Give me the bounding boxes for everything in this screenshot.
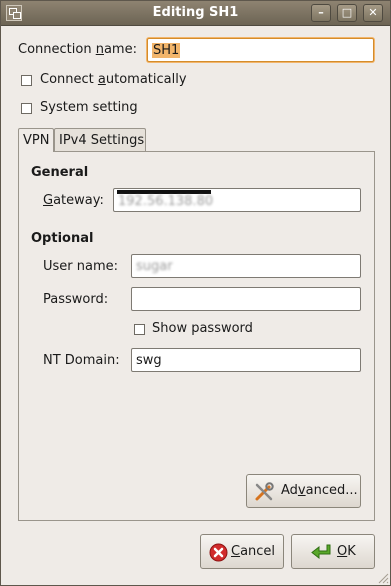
connect-automatically-checkbox[interactable]: [21, 75, 32, 86]
minimize-button[interactable]: –: [311, 4, 331, 22]
nt-domain-input[interactable]: swg: [131, 348, 361, 372]
cancel-button-label-mnemonic: C: [231, 544, 241, 559]
connection-name-label: Connection name:: [18, 42, 137, 57]
tab-ipv4-settings-label: IPv4 Settings: [59, 133, 145, 148]
nt-domain-label: NT Domain:: [43, 353, 120, 368]
cancel-button-label-part: ancel: [240, 544, 276, 559]
tools-icon: [255, 482, 274, 501]
advanced-button[interactable]: Advanced...: [246, 474, 361, 508]
optional-heading: Optional: [31, 231, 94, 246]
user-name-value: sugar: [136, 259, 173, 274]
cancel-icon: [209, 543, 228, 562]
system-setting-checkbox[interactable]: [21, 103, 32, 114]
user-name-label: User name:: [43, 259, 119, 274]
ok-button[interactable]: OK: [291, 534, 375, 569]
advanced-button-label-part: anced...: [305, 483, 358, 498]
connect-automatically-label-part: Connect: [40, 72, 98, 87]
show-password-label[interactable]: Show password: [152, 321, 253, 336]
ok-arrow-icon: [311, 544, 331, 560]
nt-domain-value: swg: [136, 353, 162, 368]
ok-button-label-part: K: [347, 544, 356, 559]
gateway-input[interactable]: 192.56.138.80: [113, 188, 361, 212]
connection-name-value: SH1: [152, 43, 181, 58]
tab-vpn[interactable]: VPN: [18, 128, 54, 152]
system-setting-label[interactable]: System setting: [40, 100, 138, 115]
gateway-label-mnemonic: G: [43, 193, 54, 208]
gateway-label-part: ateway:: [53, 193, 104, 208]
maximize-button[interactable]: □: [337, 4, 357, 22]
general-heading: General: [31, 165, 89, 180]
advanced-button-label-mnemonic: v: [297, 483, 306, 498]
connection-name-input[interactable]: SH1: [147, 38, 374, 62]
tab-ipv4-settings[interactable]: IPv4 Settings: [54, 128, 146, 151]
password-input[interactable]: [131, 287, 361, 311]
cancel-button[interactable]: Cancel: [200, 534, 284, 569]
resize-grip-icon[interactable]: [377, 572, 389, 584]
connection-name-label-mnemonic: n: [95, 42, 104, 57]
ok-button-label: OK: [337, 544, 356, 559]
title-bar[interactable]: Editing SH1 – □ ✕: [1, 1, 390, 26]
tab-vpn-label: VPN: [23, 133, 50, 148]
advanced-button-label: Advanced...: [281, 483, 358, 498]
ok-button-label-mnemonic: O: [337, 544, 348, 559]
password-label: Password:: [43, 292, 109, 307]
editing-connection-dialog: Editing SH1 – □ ✕ Connection name: SH1 C…: [0, 0, 391, 586]
user-name-input[interactable]: sugar: [131, 254, 361, 278]
connect-automatically-label-mnemonic: a: [97, 72, 106, 87]
window-title: Editing SH1: [152, 5, 239, 20]
connect-automatically-label-part: utomatically: [105, 72, 187, 87]
cancel-button-label: Cancel: [231, 544, 275, 559]
gateway-label: Gateway:: [43, 193, 104, 208]
show-password-checkbox[interactable]: [134, 324, 145, 335]
connect-automatically-label[interactable]: Connect automatically: [40, 72, 187, 87]
advanced-button-label-part: Ad: [281, 483, 298, 498]
connection-name-label-part: Connection: [18, 42, 96, 57]
gateway-value: 192.56.138.80: [118, 194, 214, 209]
close-button[interactable]: ✕: [363, 4, 383, 22]
connection-name-label-part: ame:: [103, 42, 137, 57]
